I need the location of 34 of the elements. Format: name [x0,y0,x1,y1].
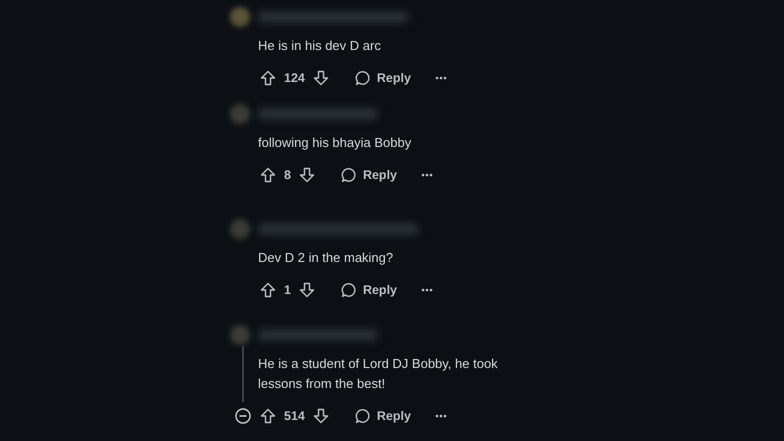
more-icon[interactable] [434,414,447,418]
speech-bubble-icon [354,408,371,424]
downvote-icon[interactable] [298,282,315,298]
reply-button[interactable]: Reply [336,163,401,187]
avatar [230,7,250,27]
comment-text: He is a student of Lord DJ Bobby, he took lessons from the best! [258,355,499,393]
reply-button[interactable]: Reply [350,66,415,90]
thread-line [242,346,244,402]
comment-text: He is in his dev D arc [258,37,382,55]
collapse-icon[interactable] [235,408,251,424]
speech-bubble-icon [354,70,371,86]
comment-text: following his bhayia Bobby [258,134,412,152]
speech-bubble-icon [340,167,357,183]
upvote-icon[interactable] [260,408,276,424]
upvote-icon[interactable] [260,282,276,298]
downvote-icon[interactable] [298,167,315,183]
downvote-icon[interactable] [312,70,329,86]
reply-button[interactable]: Reply [350,404,415,428]
more-icon[interactable] [434,76,447,80]
more-icon[interactable] [421,173,433,177]
downvote-icon[interactable] [312,408,329,424]
avatar [230,325,250,345]
speech-bubble-icon [340,282,357,298]
upvote-icon[interactable] [260,70,276,86]
vote-count: 1 [284,283,291,297]
comment-text: Dev D 2 in the making? [258,249,394,267]
more-icon[interactable] [421,288,433,292]
vote-count: 514 [284,409,305,423]
vote-count: 124 [284,71,305,85]
avatar [230,104,250,124]
avatar [230,219,250,239]
upvote-icon[interactable] [260,167,276,183]
vote-count: 8 [284,168,291,182]
reply-button[interactable]: Reply [336,278,401,302]
